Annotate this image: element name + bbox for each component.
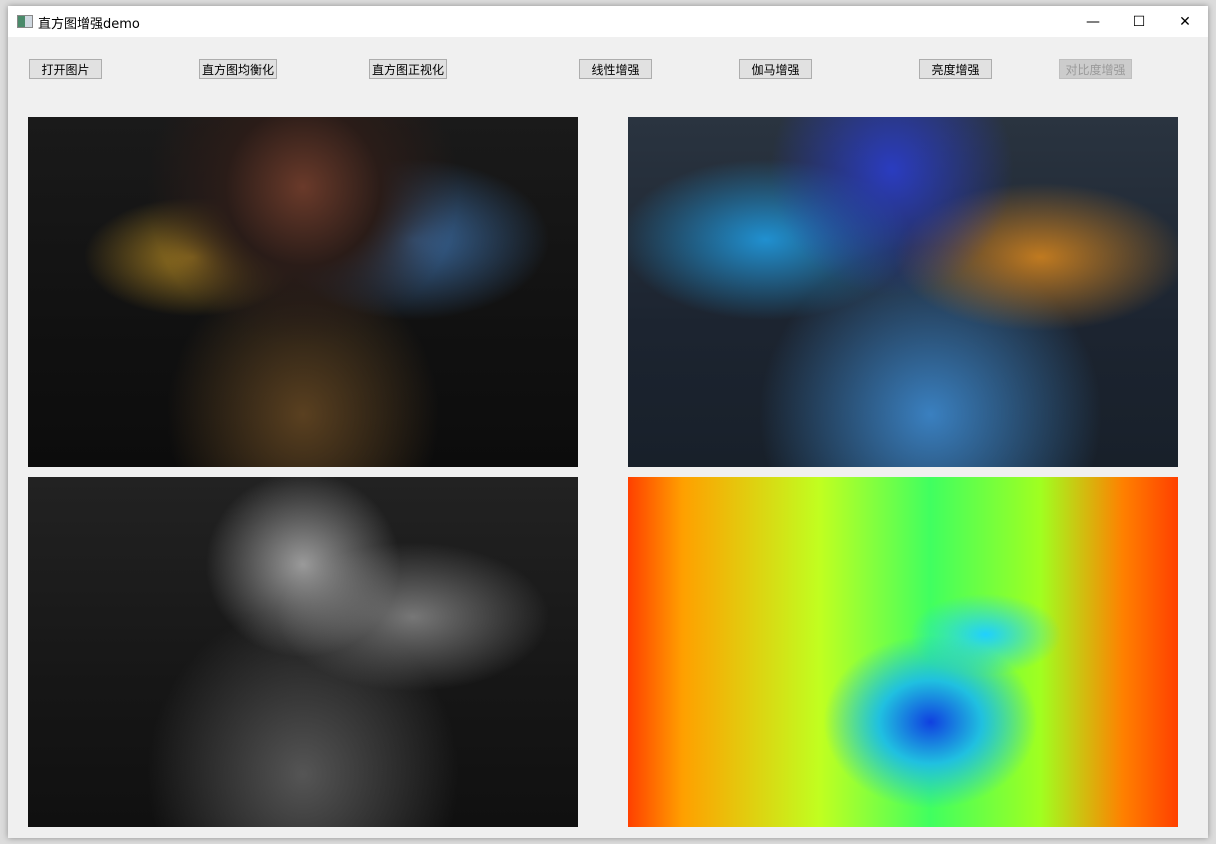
close-button[interactable]: ✕ (1162, 6, 1208, 37)
main-window: 直方图增强demo — ☐ ✕ 打开图片 直方图均衡化 直方图正视化 线性增强 … (8, 6, 1208, 838)
linear-enhance-button[interactable]: 线性增强 (579, 59, 652, 79)
open-image-button[interactable]: 打开图片 (29, 59, 102, 79)
brightness-enhance-button[interactable]: 亮度增强 (919, 59, 992, 79)
minimize-button[interactable]: — (1070, 6, 1116, 37)
histogram-equalization-button[interactable]: 直方图均衡化 (199, 59, 277, 79)
window-title: 直方图增强demo (38, 17, 140, 32)
contrast-enhance-button: 对比度增强 (1059, 59, 1132, 79)
histogram-specification-button[interactable]: 直方图正视化 (369, 59, 447, 79)
gamma-enhance-button[interactable]: 伽马增强 (739, 59, 812, 79)
original-image (28, 117, 578, 467)
enhanced-color-image (628, 117, 1178, 467)
false-color-image (628, 477, 1178, 827)
grayscale-image (28, 477, 578, 827)
app-icon (17, 15, 33, 28)
maximize-button[interactable]: ☐ (1116, 6, 1162, 37)
title-bar: 直方图增强demo — ☐ ✕ (8, 6, 1208, 37)
